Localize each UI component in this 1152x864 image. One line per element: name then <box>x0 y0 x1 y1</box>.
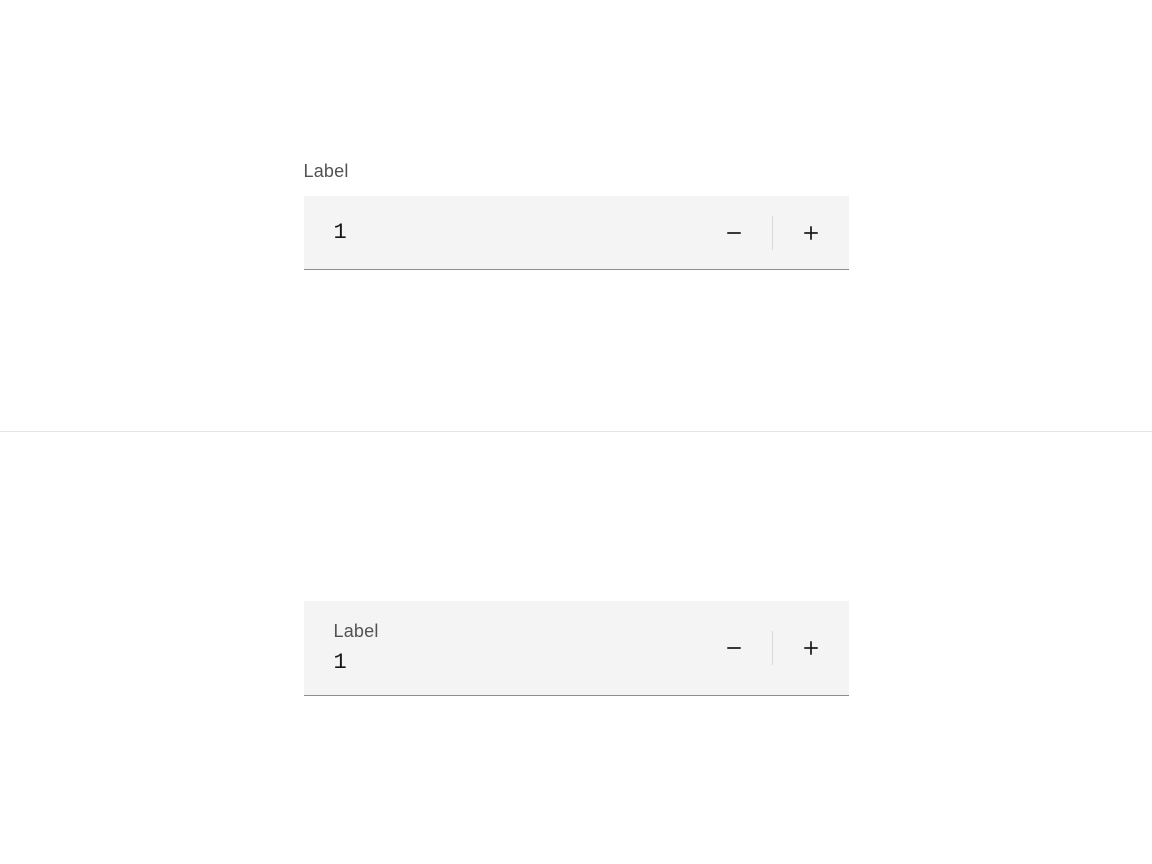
panel-fluid: Label 1 <box>0 432 1152 864</box>
stepper-inner: Label 1 <box>334 621 696 675</box>
increment-button[interactable] <box>773 196 849 269</box>
decrement-button[interactable] <box>696 196 772 269</box>
stepper-value[interactable]: 1 <box>334 650 696 675</box>
number-stepper-fluid: Label 1 <box>304 601 849 696</box>
panel-default: Label 1 <box>0 0 1152 432</box>
stepper-value[interactable]: 1 <box>334 220 347 245</box>
stepper-controls <box>696 621 849 675</box>
plus-icon <box>802 224 820 242</box>
minus-icon <box>725 639 743 657</box>
minus-icon <box>725 224 743 242</box>
plus-icon <box>802 639 820 657</box>
stepper-label: Label <box>304 161 849 182</box>
number-stepper-default: Label 1 <box>304 161 849 270</box>
stepper-controls <box>696 196 849 269</box>
stepper-box: 1 <box>304 196 849 270</box>
stepper-box: Label 1 <box>304 601 849 696</box>
stepper-label: Label <box>334 621 696 642</box>
decrement-button[interactable] <box>696 621 772 675</box>
increment-button[interactable] <box>773 621 849 675</box>
